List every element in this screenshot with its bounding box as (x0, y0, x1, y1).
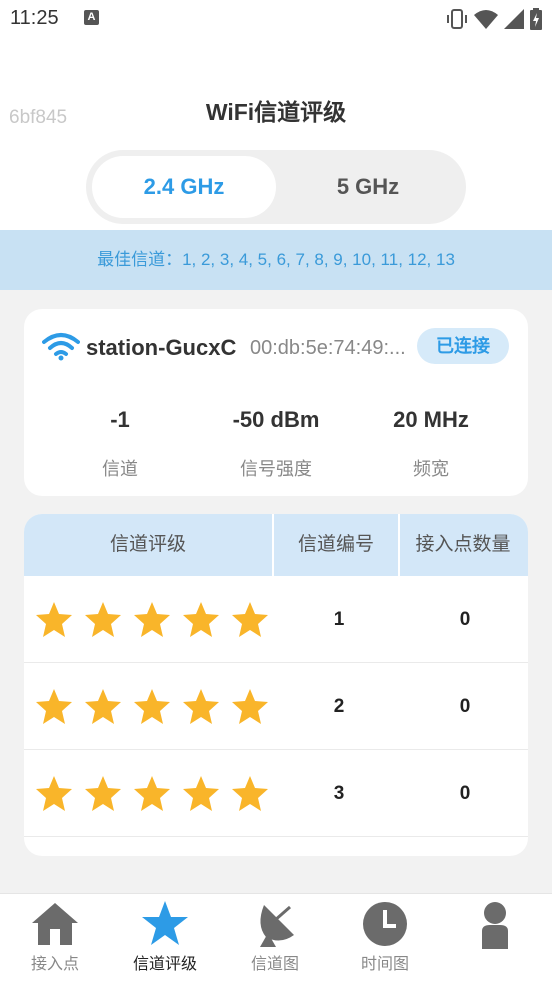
header-rating: 信道评级 (24, 514, 274, 576)
bottom-nav: 接入点 信道评级 信道图 时间图 (0, 893, 552, 981)
stat-channel-value: -1 (110, 407, 130, 432)
star-icon (36, 602, 72, 637)
star-icon (142, 901, 188, 945)
nav-label-time-graph: 时间图 (360, 956, 409, 973)
star-icon (85, 689, 121, 724)
stat-signal-value: -50 dBm (232, 407, 320, 432)
rating-stars (34, 600, 270, 640)
ap-count: 0 (459, 783, 471, 804)
ssid-label: station-GucxC (86, 335, 237, 360)
connected-badge: 已连接 (417, 328, 509, 364)
nav-label-channel-graph: 信道图 (250, 956, 299, 973)
star-icon (183, 602, 219, 637)
star-icon (183, 776, 219, 811)
stat-signal: -50 dBm 信号强度 (186, 407, 366, 481)
page-title: WiFi信道评级 (205, 99, 347, 125)
notification-icon: A (84, 10, 99, 25)
star-icon (232, 602, 268, 637)
nav-item-profile[interactable] (440, 894, 550, 974)
connection-card: station-GucxC 00:db:5e:74:49:... 已连接 -1 … (24, 309, 528, 496)
star-icon (134, 602, 170, 637)
star-icon (85, 776, 121, 811)
star-icon (183, 689, 219, 724)
star-icon (134, 776, 170, 811)
table-row[interactable]: 20 (24, 663, 528, 750)
star-icon (232, 776, 268, 811)
channel-rating-table: 信道评级 信道编号 接入点数量 102030 (24, 514, 528, 856)
table-header: 信道评级 信道编号 接入点数量 (24, 514, 528, 576)
star-icon (36, 689, 72, 724)
channel-number: 3 (333, 783, 345, 804)
satellite-dish-icon (260, 905, 294, 947)
star-icon (36, 776, 72, 811)
stat-bandwidth: 20 MHz 频宽 (341, 407, 521, 481)
stat-signal-label: 信号强度 (240, 459, 312, 479)
channel-number: 2 (333, 696, 345, 717)
table-row[interactable]: 10 (24, 576, 528, 663)
status-bar: 11:25 A (0, 0, 552, 38)
wifi-status-icon (474, 10, 498, 29)
nav-label-access-points: 接入点 (30, 956, 79, 973)
band-2-4ghz-tab[interactable]: 2.4 GHz (92, 156, 276, 218)
vibrate-icon (447, 9, 467, 29)
header: 6bf845 WiFi信道评级 2.4 GHz 5 GHz (0, 38, 552, 230)
stat-bandwidth-label: 频宽 (413, 459, 449, 479)
star-icon (232, 689, 268, 724)
ap-count: 0 (459, 609, 471, 630)
nav-item-channel-rating[interactable]: 信道评级 (110, 894, 220, 974)
status-time: 11:25 (10, 7, 59, 29)
person-icon (482, 902, 508, 949)
home-icon (32, 903, 78, 945)
nav-item-time-graph[interactable]: 时间图 (330, 894, 440, 974)
channel-number: 1 (333, 609, 345, 630)
ap-count: 0 (459, 696, 471, 717)
stat-channel: -1 信道 (30, 407, 210, 481)
wifi-icon (42, 333, 80, 361)
best-channels-banner: 最佳信道：1, 2, 3, 4, 5, 6, 7, 8, 9, 10, 11, … (0, 230, 552, 290)
clock-icon (363, 902, 407, 946)
star-icon (85, 602, 121, 637)
nav-item-access-points[interactable]: 接入点 (0, 894, 110, 974)
band-5ghz-tab[interactable]: 5 GHz (276, 156, 460, 218)
bssid-label: 00:db:5e:74:49:... (250, 337, 406, 359)
stat-bandwidth-value: 20 MHz (393, 407, 469, 432)
rating-stars (34, 687, 270, 727)
rating-stars (34, 774, 270, 814)
header-channel: 信道编号 (274, 514, 400, 576)
nav-label-channel-rating: 信道评级 (132, 956, 197, 973)
table-row[interactable]: 30 (24, 750, 528, 837)
star-icon (134, 689, 170, 724)
signal-icon (504, 9, 524, 29)
nav-item-channel-graph[interactable]: 信道图 (220, 894, 330, 974)
header-ap-count: 接入点数量 (415, 534, 511, 555)
band-selector: 2.4 GHz 5 GHz (86, 150, 466, 224)
battery-icon (530, 8, 542, 30)
stat-channel-label: 信道 (102, 459, 138, 479)
status-icons (446, 8, 542, 30)
